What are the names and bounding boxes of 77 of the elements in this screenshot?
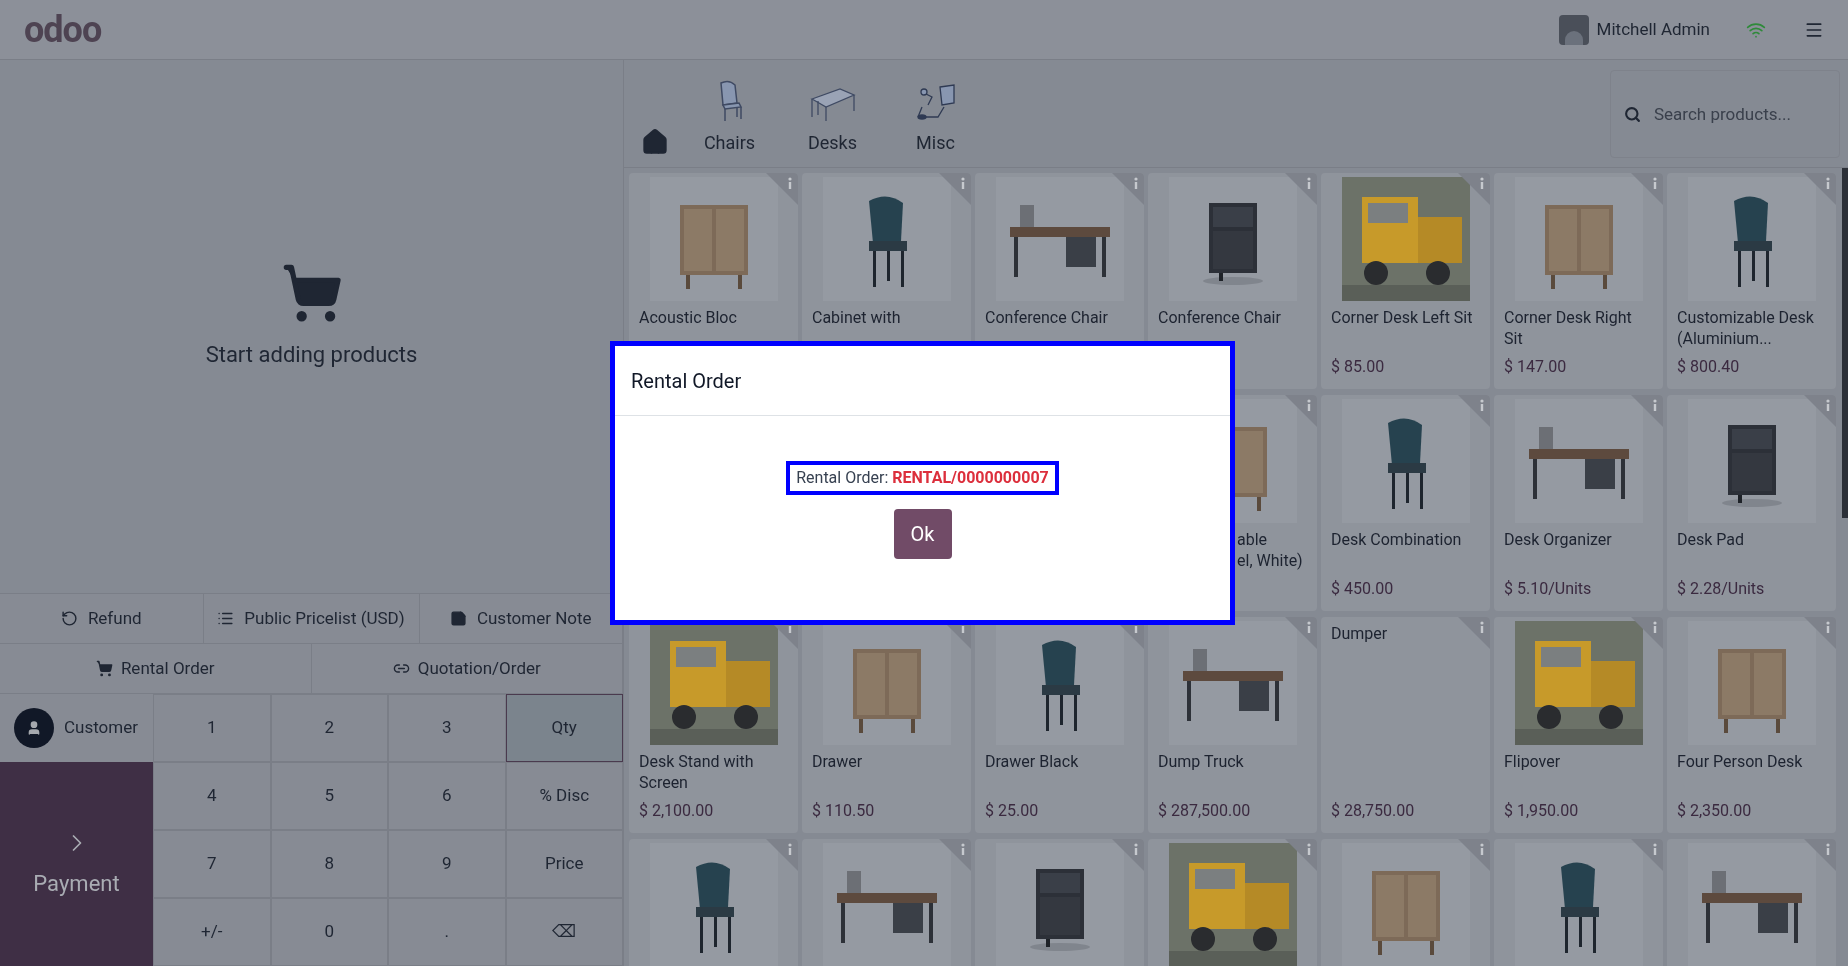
avatar-icon bbox=[14, 708, 54, 748]
product-price: $ 5.10/Units bbox=[1503, 578, 1593, 600]
keypad-key[interactable]: 3 bbox=[388, 694, 506, 762]
product-name: Desk Stand with Screen bbox=[638, 751, 755, 793]
keypad-key[interactable]: 4 bbox=[153, 762, 271, 830]
home-icon bbox=[641, 127, 669, 156]
note-icon bbox=[449, 610, 467, 627]
product-name: Cabinet with bbox=[811, 307, 902, 328]
empty-order-message: Start adding products bbox=[205, 341, 418, 369]
keypad-key[interactable]: Price bbox=[505, 830, 623, 898]
product-price: $ 450.00 bbox=[1330, 578, 1395, 600]
product-name: Desk Combination bbox=[1330, 529, 1463, 550]
product-name: Desk Organizer bbox=[1503, 529, 1613, 550]
product-name: el, White) bbox=[1237, 550, 1304, 571]
product-card[interactable]: Desk Pad $ 2.28/Units bbox=[1667, 395, 1836, 611]
category-button[interactable]: Misc bbox=[884, 65, 987, 162]
product-price: $ 287,500.00 bbox=[1157, 800, 1252, 822]
product-name: Conference Chair bbox=[984, 307, 1109, 328]
keypad-key[interactable]: 1 bbox=[153, 694, 271, 762]
product-card[interactable]: Flipover $ 1,950.00 bbox=[1494, 617, 1663, 833]
product-price: $ 2.28/Units bbox=[1676, 578, 1766, 600]
keypad-key[interactable]: 9 bbox=[388, 830, 506, 898]
product-name: Desk Pad bbox=[1676, 529, 1746, 550]
product-card[interactable]: Dumper $ 28,750.00 bbox=[1321, 617, 1490, 833]
avatar bbox=[1558, 14, 1589, 45]
keypad-key[interactable]: 2 bbox=[270, 694, 388, 762]
product-price: $ 2,350.00 bbox=[1676, 800, 1753, 822]
product-card[interactable]: Corner Desk Right Sit $ 147.00 bbox=[1494, 173, 1663, 389]
product-card[interactable]: Corner Desk Left Sit $ 85.00 bbox=[1321, 173, 1490, 389]
product-name: Corner Desk Right Sit bbox=[1503, 307, 1633, 349]
product-name: Drawer Black bbox=[984, 751, 1080, 772]
keypad-key[interactable]: 7 bbox=[153, 830, 271, 898]
keypad-key[interactable]: Qty bbox=[505, 694, 623, 762]
product-name: Dump Truck bbox=[1157, 751, 1245, 772]
product-price: $ 2,100.00 bbox=[638, 800, 715, 822]
user-name[interactable]: Mitchell Admin bbox=[1596, 16, 1710, 43]
product-card[interactable]: Dump Truck $ 287,500.00 bbox=[1148, 617, 1317, 833]
category-button[interactable]: Chairs bbox=[678, 65, 781, 162]
product-card[interactable]: Four Person Desk $ 2,350.00 bbox=[1667, 617, 1836, 833]
keypad-key[interactable]: . bbox=[388, 898, 506, 966]
keypad-key[interactable]: 8 bbox=[270, 830, 388, 898]
keypad-key[interactable]: +/- bbox=[153, 898, 271, 966]
search-field[interactable]: Search products... bbox=[1610, 69, 1840, 158]
logo[interactable]: odoo bbox=[24, 11, 102, 48]
product-name: Corner Desk Left Sit bbox=[1330, 307, 1474, 328]
product-name: Flipover bbox=[1503, 751, 1562, 772]
order-reference: Rental Order: RENTAL/0000000007 bbox=[786, 461, 1059, 495]
product-name: Acoustic Bloc bbox=[638, 307, 738, 328]
product-price: $ 110.50 bbox=[811, 800, 876, 822]
product-card[interactable]: Desk Organizer $ 5.10/Units bbox=[1494, 395, 1663, 611]
category-button[interactable]: Desks bbox=[781, 65, 884, 162]
product-card[interactable]: Desk Combination $ 450.00 bbox=[1321, 395, 1490, 611]
product-price: $ 28,750.00 bbox=[1331, 800, 1416, 822]
ok-button[interactable]: Ok bbox=[893, 509, 952, 559]
product-name: Drawer bbox=[811, 751, 864, 772]
keypad-key[interactable]: 6 bbox=[388, 762, 506, 830]
cart-icon bbox=[95, 660, 113, 677]
product-name: able bbox=[1237, 529, 1269, 550]
list-icon bbox=[217, 610, 235, 627]
keypad-key[interactable]: 0 bbox=[270, 898, 388, 966]
search-icon bbox=[1624, 105, 1641, 123]
product-name: Customizable Desk (Aluminium... bbox=[1676, 307, 1815, 349]
payment-button[interactable]: Payment bbox=[0, 762, 153, 966]
product-name: Dumper bbox=[1331, 623, 1389, 644]
scrollbar[interactable] bbox=[1842, 168, 1848, 518]
product-name: Four Person Desk bbox=[1676, 751, 1804, 772]
undo-icon bbox=[60, 610, 78, 627]
product-card[interactable]: Customizable Desk (Aluminium... $ 800.40 bbox=[1667, 173, 1836, 389]
keypad-key[interactable]: ⌫ bbox=[505, 898, 623, 966]
product-price: $ 800.40 bbox=[1676, 356, 1741, 378]
keypad-key[interactable]: 5 bbox=[270, 762, 388, 830]
product-price: $ 1,950.00 bbox=[1503, 800, 1580, 822]
product-name: Conference Chair bbox=[1157, 307, 1282, 328]
keypad-key[interactable]: % Disc bbox=[505, 762, 623, 830]
product-price: $ 85.00 bbox=[1330, 356, 1386, 378]
product-price: $ 147.00 bbox=[1503, 356, 1568, 378]
product-price: $ 25.00 bbox=[984, 800, 1040, 822]
